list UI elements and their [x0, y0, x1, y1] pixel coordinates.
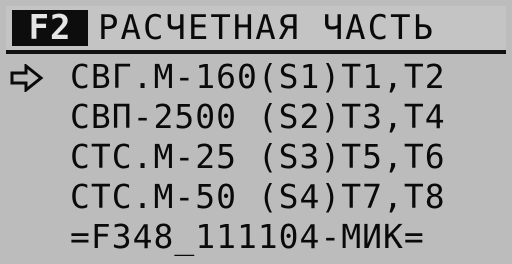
menu-list: СВГ.М-160(S1)T1,T2 СВП-2500 (S2)T3,T4 СТ…	[6, 56, 506, 258]
menu-item-label: СТС.М-25 (S3)T5,T6	[70, 137, 446, 176]
title-bar: F2 РАСЧЕТНАЯ ЧАСТЬ	[6, 6, 506, 54]
menu-item-sts-m-25[interactable]: СТС.М-25 (S3)T5,T6	[6, 138, 506, 176]
function-key-badge[interactable]: F2	[12, 10, 88, 46]
menu-item-sts-m-50[interactable]: СТС.М-50 (S4)T7,T8	[6, 178, 506, 216]
page-title: РАСЧЕТНАЯ ЧАСТЬ	[98, 8, 436, 48]
menu-item-firmware-id[interactable]: =F348_111104-МИК=	[6, 218, 506, 256]
menu-item-svp-2500[interactable]: СВП-2500 (S2)T3,T4	[6, 98, 506, 136]
menu-item-label: СВГ.М-160(S1)T1,T2	[70, 57, 446, 96]
lcd-screen: F2 РАСЧЕТНАЯ ЧАСТЬ СВГ.М-160(S1)T1,T2 СВ…	[0, 0, 512, 264]
menu-item-label: СВП-2500 (S2)T3,T4	[70, 97, 446, 136]
arrow-right-outline-icon	[10, 62, 44, 94]
menu-item-label: СТС.М-50 (S4)T7,T8	[70, 177, 446, 216]
menu-item-svg-m-160[interactable]: СВГ.М-160(S1)T1,T2	[6, 58, 506, 96]
menu-item-label: =F348_111104-МИК=	[70, 217, 425, 256]
